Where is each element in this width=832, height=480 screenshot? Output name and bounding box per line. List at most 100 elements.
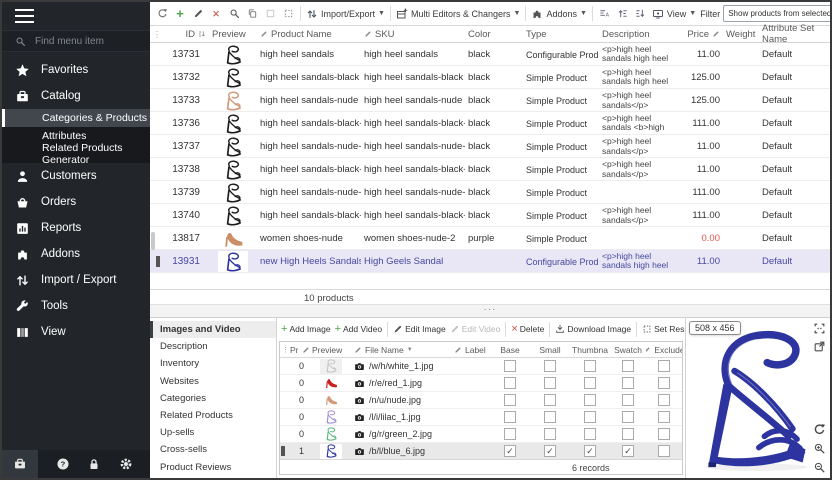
table-row[interactable]: 13732 high heel sandals-blackhigh heel s… (150, 66, 830, 89)
small-checkbox[interactable] (544, 377, 556, 389)
category-filter-select[interactable]: Show products from selected categories ▼ (723, 5, 830, 22)
help-icon[interactable] (56, 457, 70, 471)
sidebar-item-categories-products[interactable]: Categories & Products (2, 109, 150, 127)
panel-splitter[interactable]: ··· (150, 304, 830, 318)
rotate-icon[interactable] (813, 423, 826, 436)
column-header-base[interactable]: Base (490, 345, 530, 355)
image-row[interactable]: 0 /w/h/white_1.jpg (280, 358, 682, 375)
small-checkbox[interactable] (544, 411, 556, 423)
set-resize-rule-button[interactable]: Set Resize Rule (640, 324, 685, 334)
base-checkbox[interactable] (504, 428, 516, 440)
base-checkbox[interactable]: ✓ (504, 445, 516, 457)
sidebar-item-catalog[interactable]: Catalog (2, 83, 150, 109)
tab-cross-sells[interactable]: Cross-sells (150, 441, 276, 458)
add-product-button[interactable]: + (171, 5, 189, 23)
thumbnail-checkbox[interactable] (584, 360, 596, 372)
swatch-checkbox[interactable] (622, 428, 634, 440)
table-row[interactable]: 13731 high heel sandalshigh heel sandals… (150, 43, 830, 66)
refresh-button[interactable] (153, 5, 171, 23)
column-header-small[interactable]: Small (530, 345, 570, 355)
swatch-checkbox[interactable] (622, 377, 634, 389)
exclude-checkbox[interactable] (658, 377, 670, 389)
image-row[interactable]: 0 /n/u/nude.jpg (280, 392, 682, 409)
column-header-color[interactable]: Color (465, 29, 523, 40)
delete-image-button[interactable]: ×Delete (509, 323, 546, 336)
image-row-selected[interactable]: 1 /b/l/blue_6.jpg ✓ ✓ ✓ ✓ (280, 443, 682, 460)
sidebar-item-customers[interactable]: Customers (2, 163, 150, 189)
tab-up-sells[interactable]: Up-sells (150, 424, 276, 441)
tab-websites[interactable]: Websites (150, 373, 276, 390)
paste-special-button[interactable] (279, 5, 297, 23)
copy-button[interactable] (243, 5, 261, 23)
tab-inventory[interactable]: Inventory (150, 355, 276, 372)
add-video-button[interactable]: +Add Video (333, 323, 385, 336)
tab-categories[interactable]: Categories (150, 390, 276, 407)
download-image-button[interactable]: Download Image (553, 324, 633, 334)
column-header-preview[interactable]: Preview (310, 345, 352, 355)
multi-editors-menu[interactable]: Multi Editors & Changers ▼ (394, 8, 522, 20)
table-row[interactable]: 13733 high heel sandals-nudehigh heel sa… (150, 89, 830, 112)
small-checkbox[interactable] (544, 428, 556, 440)
exclude-checkbox[interactable] (658, 394, 670, 406)
column-header-description[interactable]: Description (599, 29, 685, 40)
lock-icon[interactable] (87, 457, 101, 471)
swatch-checkbox[interactable] (622, 411, 634, 423)
column-header-price[interactable]: Price (685, 29, 723, 40)
table-row[interactable]: 13739 high heel sandals-nude-37high heel… (150, 181, 830, 204)
base-checkbox[interactable] (504, 394, 516, 406)
table-row[interactable]: 13817 women shoes-nudewomen shoes-nude-2… (150, 227, 830, 250)
tab-description[interactable]: Description (150, 338, 276, 355)
column-header-file-name[interactable]: File Name▼ (352, 345, 452, 355)
sort-descending-button[interactable] (632, 5, 650, 23)
search-products-button[interactable] (225, 5, 243, 23)
small-checkbox[interactable] (544, 394, 556, 406)
column-header-id[interactable]: ID (163, 29, 209, 40)
addons-menu[interactable]: Addons ▼ (529, 8, 588, 20)
hamburger-menu-button[interactable] (2, 2, 150, 30)
image-row[interactable]: 0 /r/e/red_1.jpg (280, 375, 682, 392)
column-header-weight[interactable]: Weight (723, 29, 759, 40)
actual-size-icon[interactable] (813, 322, 826, 335)
zoom-in-icon[interactable] (813, 442, 826, 455)
small-checkbox[interactable]: ✓ (544, 445, 556, 457)
column-header-priority[interactable]: Pr (288, 345, 310, 355)
base-checkbox[interactable] (504, 360, 516, 372)
sidebar-item-addons[interactable]: Addons (2, 241, 150, 267)
swatch-checkbox[interactable] (622, 394, 634, 406)
gear-icon[interactable] (119, 457, 133, 471)
sidebar-item-tools[interactable]: Tools (2, 293, 150, 319)
paste-button[interactable] (261, 5, 279, 23)
grid-options-button[interactable]: ⋮ (150, 30, 163, 39)
exclude-checkbox[interactable] (658, 428, 670, 440)
tab-images-and-video[interactable]: Images and Video (150, 321, 276, 338)
table-row[interactable]: 13738 high heel sandals-black-37high hee… (150, 158, 830, 181)
column-header-thumbnail[interactable]: Thumbna (570, 345, 610, 355)
column-header-product-name[interactable]: Product Name (257, 29, 361, 40)
table-row[interactable]: 13736 high heel sandals-black-36high hee… (150, 112, 830, 135)
sidebar-item-related-products-generator[interactable]: Related Products Generator (2, 145, 150, 163)
menu-search-input[interactable]: Find menu item (2, 30, 150, 52)
sidebar-item-orders[interactable]: Orders (2, 189, 150, 215)
exclude-checkbox[interactable] (658, 360, 670, 372)
base-checkbox[interactable] (504, 377, 516, 389)
base-checkbox[interactable] (504, 411, 516, 423)
store-button[interactable] (2, 450, 38, 478)
edit-image-button[interactable]: Edit Image (391, 324, 448, 334)
column-header-exclude[interactable]: Exclude (646, 345, 682, 355)
thumbnail-checkbox[interactable] (584, 377, 596, 389)
small-checkbox[interactable] (544, 360, 556, 372)
exclude-checkbox[interactable] (658, 411, 670, 423)
open-external-icon[interactable] (813, 340, 826, 353)
swatch-checkbox[interactable] (622, 360, 634, 372)
swatch-checkbox[interactable]: ✓ (622, 445, 634, 457)
thumbnail-checkbox[interactable] (584, 428, 596, 440)
sidebar-item-reports[interactable]: Reports (2, 215, 150, 241)
table-row[interactable]: 13737 high heel sandals-nude-36high heel… (150, 135, 830, 158)
sidebar-item-favorites[interactable]: Favorites (2, 57, 150, 83)
edit-video-button[interactable]: Edit Video (448, 324, 503, 334)
column-header-attribute-set[interactable]: Attribute Set Name (759, 23, 830, 45)
thumbnail-checkbox[interactable]: ✓ (584, 445, 596, 457)
edit-product-button[interactable] (189, 5, 207, 23)
thumbnail-checkbox[interactable] (584, 394, 596, 406)
exclude-checkbox[interactable] (658, 445, 670, 457)
